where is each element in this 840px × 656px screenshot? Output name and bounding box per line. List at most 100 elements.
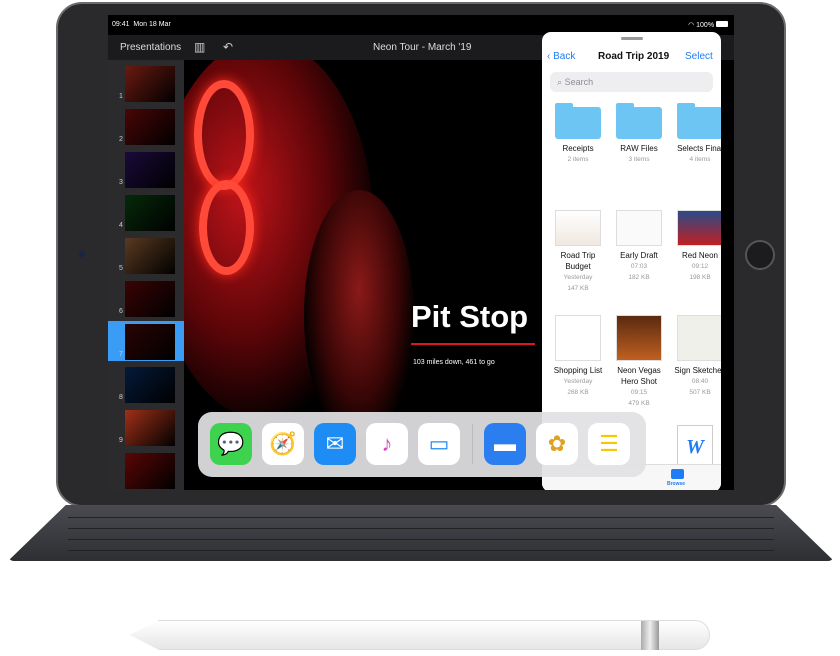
search-input[interactable]: ⌕ Search (550, 72, 713, 92)
item-name: Selects Final (677, 144, 721, 153)
document-item[interactable]: Early Draft 07:03 182 KB (611, 210, 667, 283)
slide-thumbnail[interactable] (125, 152, 175, 188)
item-name: Receipts (562, 144, 594, 153)
item-size: 147 KB (567, 285, 589, 292)
document-item[interactable]: Sign Sketches 08:40 507 KB (672, 315, 721, 398)
chevron-left-icon: ‹ (547, 51, 551, 62)
slide-number: 3 (119, 179, 123, 186)
slide-thumbnail[interactable] (125, 109, 175, 145)
item-name: Shopping List (553, 366, 603, 375)
item-time: Yesterday (563, 274, 593, 281)
folder-icon (671, 469, 684, 479)
drag-handle[interactable] (621, 37, 643, 40)
document-thumbnail (555, 315, 601, 361)
wifi-icon: ◠ (688, 22, 695, 29)
document-title: Neon Tour - March '19 (373, 42, 472, 53)
dock-separator (472, 424, 473, 464)
document-thumbnail (677, 210, 721, 246)
slide-number: 4 (119, 222, 123, 229)
key-row (68, 533, 774, 540)
word-document-icon[interactable]: W (677, 425, 713, 467)
folder-item[interactable]: RAW Files 3 items (611, 102, 667, 165)
item-name: Road Trip Budget (560, 251, 596, 271)
slide-thumbnail[interactable] (125, 281, 175, 317)
status-time: 09:41 (112, 21, 130, 28)
document-thumbnail (616, 315, 662, 361)
slide-number: 8 (119, 394, 123, 401)
browse-label: Browse (667, 481, 686, 487)
person-image (304, 190, 414, 440)
item-time: Yesterday (563, 378, 593, 385)
folder-icon (616, 103, 662, 139)
document-item[interactable]: Neon Vegas Hero Shot 09:15 479 KB (611, 315, 667, 409)
folder-icon (677, 103, 721, 139)
document-item[interactable]: Red Neon 09:12 198 KB (672, 210, 721, 283)
item-size: 182 KB (628, 274, 650, 281)
slide-thumbnail[interactable] (125, 195, 175, 231)
keynote-app-icon[interactable]: ▬ (484, 423, 526, 465)
item-meta: 4 items (689, 156, 711, 163)
item-meta: 2 items (567, 156, 589, 163)
files-app-icon[interactable]: ▭ (418, 423, 460, 465)
document-thumbnail (677, 315, 721, 361)
item-time: 08:40 (691, 378, 709, 385)
slide-title: Pit Stop (411, 299, 529, 334)
item-time: 09:12 (691, 263, 709, 270)
item-size: 268 KB (567, 389, 589, 396)
item-size: 479 KB (628, 400, 650, 407)
slide-thumbnail[interactable] (125, 453, 175, 489)
slide-number: 7 (119, 351, 123, 358)
item-name: Early Draft (620, 251, 658, 260)
back-button[interactable]: ‹ Back (547, 51, 575, 62)
photos-app-icon[interactable]: ✿ (536, 423, 578, 465)
item-name: Sign Sketches (674, 366, 721, 375)
key-row (68, 522, 774, 529)
front-camera (79, 251, 85, 257)
slide-thumbnail[interactable] (125, 367, 175, 403)
document-item[interactable]: Road Trip Budget Yesterday 147 KB (550, 210, 606, 294)
document-thumbnail (555, 210, 601, 246)
presentations-button[interactable]: Presentations (120, 42, 181, 53)
folder-item[interactable]: Receipts 2 items (550, 102, 606, 165)
item-name: Neon Vegas Hero Shot (617, 366, 661, 386)
slide-thumbnail[interactable] (125, 238, 175, 274)
key-row (68, 511, 774, 518)
key-row (68, 544, 774, 551)
item-time: 07:03 (630, 263, 648, 270)
slide-navigator: + 123456789 (108, 60, 184, 490)
back-label: Back (553, 51, 576, 62)
slide-thumbnail[interactable] (125, 66, 175, 102)
select-button[interactable]: Select (685, 51, 713, 62)
search-icon: ⌕ (557, 77, 563, 87)
screen: 09:41 Mon 18 Mar ◠ 100% Presentations ▥ … (108, 15, 734, 490)
neon-ring (199, 180, 254, 275)
item-size: 507 KB (689, 389, 711, 396)
status-date: Mon 18 Mar (133, 21, 171, 28)
item-size: 198 KB (689, 274, 711, 281)
slide-subtitle: 103 miles down, 461 to go (413, 359, 495, 366)
document-thumbnail (616, 210, 662, 246)
slide-divider (411, 343, 535, 345)
slide-number: 6 (119, 308, 123, 315)
apple-pencil (130, 620, 710, 650)
music-app-icon[interactable]: ♪ (366, 423, 408, 465)
battery-label: 100% (696, 22, 715, 29)
messages-app-icon[interactable]: 💬 (210, 423, 252, 465)
battery-icon (716, 21, 728, 27)
home-button[interactable] (745, 240, 775, 270)
folder-item[interactable]: Selects Final 4 items (672, 102, 721, 165)
notes-app-icon[interactable]: ☰ (588, 423, 630, 465)
slide-thumbnail[interactable] (125, 324, 175, 360)
document-item[interactable]: Shopping List Yesterday 268 KB (550, 315, 606, 398)
item-name: RAW Files (620, 144, 658, 153)
slide-number: 1 (119, 93, 123, 100)
folder-icon (555, 103, 601, 139)
safari-app-icon[interactable]: 🧭 (262, 423, 304, 465)
slide-number: 5 (119, 265, 123, 272)
smart-keyboard (8, 505, 834, 561)
sidebar-icon[interactable]: ▥ (194, 40, 205, 54)
item-time: 09:15 (630, 389, 648, 396)
undo-icon[interactable]: ↶ (223, 40, 233, 54)
slide-thumbnail[interactable] (125, 410, 175, 446)
mail-app-icon[interactable]: ✉ (314, 423, 356, 465)
